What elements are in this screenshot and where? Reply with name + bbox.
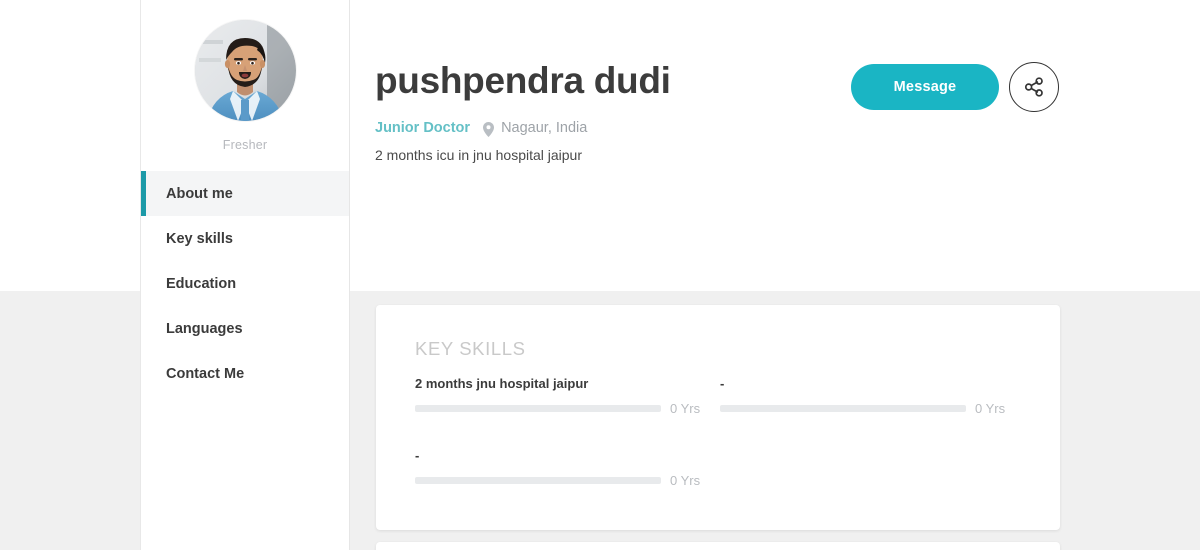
profile-meta: Junior Doctor Nagaur, India (375, 120, 588, 137)
profile-header: pushpendra dudi Junior Doctor Nagaur, In… (375, 0, 1075, 291)
skills-grid: 2 months jnu hospital jaipur 0 Yrs - 0 Y… (415, 377, 1025, 521)
skill-name: - (720, 376, 725, 391)
skill-progress-track (415, 405, 661, 412)
sidebar-item-label: Languages (166, 320, 243, 337)
sidebar-item-label: Contact Me (166, 365, 245, 382)
sidebar-item-languages[interactable]: Languages (141, 306, 349, 351)
sidebar-item-label: About me (166, 185, 233, 202)
skill-progress-track (720, 405, 966, 412)
profile-tagline: 2 months icu in jnu hospital jaipur (375, 147, 583, 163)
sidebar: Fresher About me Key skills Education La… (140, 0, 350, 550)
skill-item: 2 months jnu hospital jaipur 0 Yrs (415, 377, 720, 416)
skill-meter: 0 Yrs (720, 401, 1025, 416)
skill-years: 0 Yrs (670, 401, 701, 416)
message-button[interactable]: Message (851, 64, 999, 110)
status-label: Fresher (222, 138, 268, 152)
sidebar-item-about-me[interactable]: About me (141, 171, 349, 216)
sidebar-item-key-skills[interactable]: Key skills (141, 216, 349, 261)
sidebar-item-label: Education (166, 275, 237, 292)
page-title: pushpendra dudi (375, 60, 671, 101)
sidebar-item-label: Key skills (166, 230, 233, 247)
share-nodes-icon (1023, 76, 1045, 98)
skill-years: 0 Yrs (975, 401, 1006, 416)
skill-name: 2 months jnu hospital jaipur (415, 376, 589, 391)
skill-progress-track (415, 477, 661, 484)
avatar (194, 20, 296, 121)
profile-location: Nagaur, India (501, 120, 588, 136)
key-skills-card: KEY SKILLS 2 months jnu hospital jaipur … (376, 305, 1060, 530)
sidebar-nav: About me Key skills Education Languages … (141, 171, 349, 396)
skill-item: - 0 Yrs (415, 449, 720, 488)
skill-item: - 0 Yrs (720, 377, 1025, 416)
sidebar-item-education[interactable]: Education (141, 261, 349, 306)
card-title: KEY SKILLS (415, 338, 526, 359)
profile-page: Fresher About me Key skills Education La… (0, 0, 1200, 550)
share-button[interactable] (1009, 62, 1059, 112)
skill-meter: 0 Yrs (415, 473, 720, 488)
skill-meter: 0 Yrs (415, 401, 720, 416)
skill-years: 0 Yrs (670, 473, 701, 488)
avatar-section: Fresher (141, 0, 349, 152)
sidebar-item-contact-me[interactable]: Contact Me (141, 351, 349, 396)
next-card-partial (376, 542, 1060, 550)
profile-role: Junior Doctor (375, 120, 471, 136)
skill-name: - (415, 448, 420, 463)
map-pin-icon (483, 121, 495, 137)
